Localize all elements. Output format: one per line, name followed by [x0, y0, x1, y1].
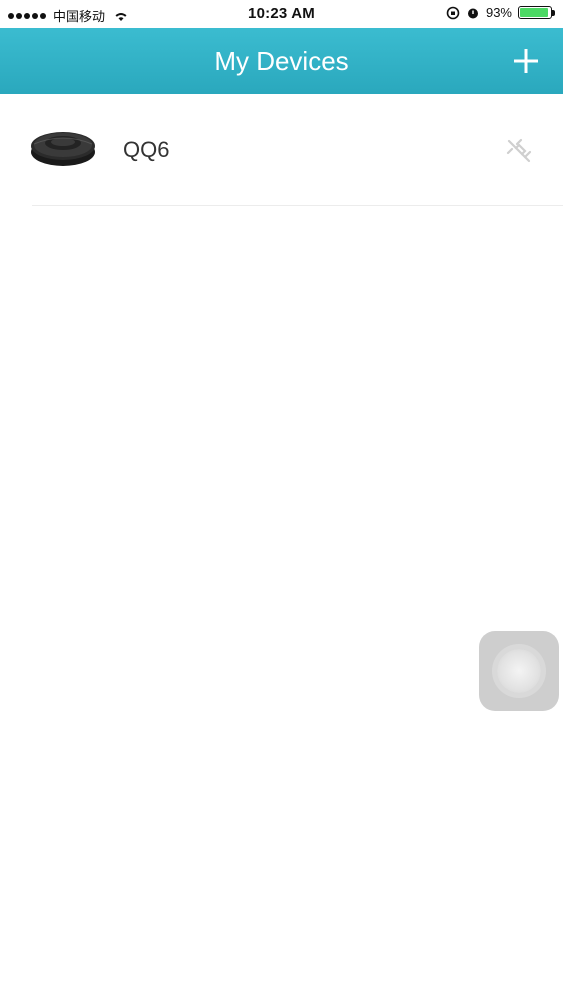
device-name: QQ6 — [123, 137, 170, 162]
assistive-touch-icon — [497, 649, 541, 693]
assistive-touch-button[interactable] — [479, 631, 559, 711]
battery-percentage: 93% — [485, 5, 512, 20]
battery-icon — [518, 6, 555, 19]
device-row-qq6[interactable]: QQ6 — [0, 94, 563, 206]
page-title: My Devices — [214, 46, 349, 76]
screen: 中国移动 10:23 AM 93% My Devices QQ6 — [0, 0, 563, 1000]
status-bar: 中国移动 10:23 AM 93% — [0, 0, 563, 28]
navigation-bar: My Devices — [0, 28, 563, 94]
alarm-icon — [467, 8, 478, 18]
battery-fill — [520, 8, 548, 17]
status-right: 93% — [446, 5, 555, 20]
plus-icon — [514, 49, 538, 73]
rotation-lock-icon — [446, 6, 460, 19]
robot-vacuum-icon — [31, 132, 95, 166]
device-list: QQ6 — [0, 94, 563, 206]
disconnected-icon — [506, 138, 532, 163]
battery-body — [518, 6, 552, 19]
battery-tip — [552, 9, 555, 16]
add-device-button[interactable] — [509, 44, 543, 78]
